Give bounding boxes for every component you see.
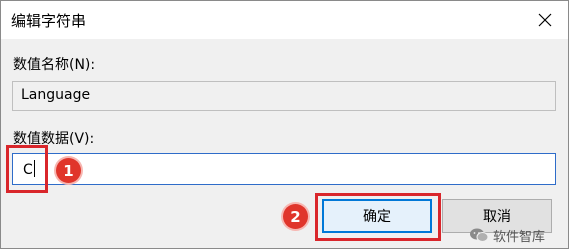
step-badge-1: 1	[56, 158, 81, 183]
value-name-field[interactable]: Language	[12, 81, 556, 111]
close-button[interactable]	[522, 1, 568, 39]
value-data-text: C	[23, 162, 33, 178]
ok-button-label: 确定	[363, 209, 391, 225]
watermark-text: 软件智库	[493, 229, 546, 245]
text-caret	[33, 160, 35, 177]
value-data-input[interactable]: C	[12, 153, 556, 185]
close-icon	[538, 13, 552, 27]
ok-button[interactable]: 确定	[322, 199, 432, 233]
cancel-button-label: 取消	[483, 209, 511, 225]
value-name-label: 数值名称(N):	[13, 57, 96, 73]
step-badge-2: 2	[283, 204, 308, 229]
title-bar: 编辑字符串	[1, 1, 568, 39]
dialog-title: 编辑字符串	[11, 12, 87, 30]
watermark: 软件智库	[469, 224, 545, 246]
wechat-icon	[470, 228, 489, 242]
value-data-label: 数值数据(V):	[13, 131, 95, 147]
edit-string-dialog: 编辑字符串 数值名称(N): Language 数值数据(V): C 确定 取消…	[0, 0, 569, 249]
value-name-text: Language	[21, 87, 91, 103]
